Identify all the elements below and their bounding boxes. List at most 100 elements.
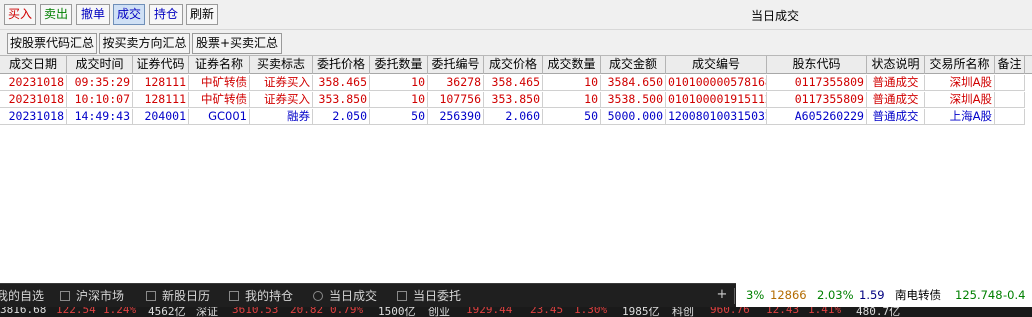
col-header-trade-time[interactable]: 成交时间 [67, 56, 133, 74]
cell-trade-time: 09:35:29 [67, 75, 133, 91]
ticker-ratio: 1.59 [859, 288, 885, 302]
buy-button[interactable]: 买入 [4, 4, 36, 25]
col-header-status[interactable]: 状态说明 [867, 56, 925, 74]
cell-trade-amount: 3584.650 [601, 75, 666, 91]
status-sh-index: 3816.68 [0, 307, 47, 316]
cell-order-id: 256390 [428, 109, 484, 125]
status-cy-amount: 1985亿 [622, 307, 660, 317]
summary-bar: 按股票代码汇总 按买卖方向汇总 股票+买卖汇总 [0, 30, 1032, 55]
table-row[interactable]: 20231018 09:35:29 128111 中矿转债 证券买入 358.4… [0, 75, 1032, 91]
col-header-remark[interactable]: 备注 [995, 56, 1025, 74]
status-sz-amount: 1500亿 [378, 307, 416, 317]
cell-trade-time: 10:10:07 [67, 92, 133, 108]
trades-table: 成交日期 成交时间 证券代码 证券名称 买卖标志 委托价格 委托数量 委托编号 … [0, 55, 1032, 283]
cell-trade-amount: 3538.500 [601, 92, 666, 108]
col-header-trade-qty[interactable]: 成交数量 [543, 56, 601, 74]
tab-watchlist[interactable]: 我的自选 [0, 284, 44, 308]
cell-security-name: 中矿转债 [189, 92, 250, 108]
tab-today-orders[interactable]: 当日委托 [397, 284, 461, 308]
cell-exchange: 深圳A股 [925, 75, 995, 91]
index-status-bar: 3816.68 122.54 1.24% 4562亿 深证 3610.53 20… [0, 307, 1032, 317]
tab-today-trades[interactable]: 当日成交 [313, 284, 377, 308]
tab-today-trades-label: 当日成交 [329, 289, 378, 303]
tab-today-orders-label: 当日委托 [413, 289, 462, 303]
ticker-bond-change: -0.4 [1003, 288, 1026, 302]
cell-trade-price: 358.465 [484, 75, 543, 91]
cell-security-code: 204001 [133, 109, 189, 125]
col-header-order-price[interactable]: 委托价格 [313, 56, 370, 74]
cell-holder-code: A605260229 [767, 109, 867, 125]
cell-security-code: 128111 [133, 92, 189, 108]
col-header-order-id[interactable]: 委托编号 [428, 56, 484, 74]
cell-order-id: 36278 [428, 75, 484, 91]
col-header-order-qty[interactable]: 委托数量 [370, 56, 428, 74]
status-kc-label: 科创 [672, 307, 694, 317]
cell-trade-time: 14:49:43 [67, 109, 133, 125]
ticker-turnover: 2.03% [817, 288, 854, 302]
col-header-trade-date[interactable]: 成交日期 [0, 56, 67, 74]
summary-by-code-direction-button[interactable]: 股票+买卖汇总 [192, 33, 282, 54]
summary-by-code-button[interactable]: 按股票代码汇总 [7, 33, 97, 54]
col-header-security-name[interactable]: 证券名称 [189, 56, 250, 74]
tab-market[interactable]: 沪深市场 [60, 284, 124, 308]
cell-trade-date: 20231018 [0, 92, 67, 108]
trades-button[interactable]: 成交 [113, 4, 145, 25]
cancel-order-button[interactable]: 撤单 [76, 4, 110, 25]
cell-order-id: 107756 [428, 92, 484, 108]
table-row[interactable]: 20231018 14:49:43 204001 GC001 融券 2.050 … [0, 109, 1032, 125]
status-sh-amount: 4562亿 [148, 307, 186, 317]
cell-side: 证券买入 [250, 75, 313, 91]
tab-my-positions[interactable]: 我的持仓 [229, 284, 293, 308]
status-sz-change: 20.82 [290, 307, 324, 316]
refresh-button[interactable]: 刷新 [186, 4, 218, 25]
summary-by-direction-button[interactable]: 按买卖方向汇总 [99, 33, 190, 54]
col-header-trade-id[interactable]: 成交编号 [666, 56, 767, 74]
market-icon [60, 291, 70, 301]
sell-button[interactable]: 卖出 [40, 4, 72, 25]
col-header-trade-price[interactable]: 成交价格 [484, 56, 543, 74]
cell-remark [995, 109, 1025, 125]
status-sz-index: 3610.53 [232, 307, 279, 316]
col-header-exchange[interactable]: 交易所名称 [925, 56, 995, 74]
status-sz-pct: 0.79% [330, 307, 364, 316]
trades-icon [313, 291, 323, 301]
status-kc-change: 12.43 [766, 307, 800, 316]
cell-trade-id: 1200801003150322 [666, 109, 767, 125]
status-cy-pct: 1.30% [574, 307, 608, 316]
cell-trade-qty: 10 [543, 75, 601, 91]
cell-trade-price: 2.060 [484, 109, 543, 125]
cell-trade-qty: 10 [543, 92, 601, 108]
status-cy-change: 23.45 [530, 307, 564, 316]
cell-order-price: 358.465 [313, 75, 370, 91]
ticker-change-pct: 3% [746, 288, 765, 302]
ticker-bond-name: 南电转债 [895, 288, 941, 302]
cell-side: 证券买入 [250, 92, 313, 108]
orders-icon [397, 291, 407, 301]
col-header-side[interactable]: 买卖标志 [250, 56, 313, 74]
cell-security-name: GC001 [189, 109, 250, 125]
status-sh-pct: 1.24% [103, 307, 137, 316]
status-cy-index: 1929.44 [466, 307, 513, 316]
cell-trade-date: 20231018 [0, 75, 67, 91]
cell-order-qty: 50 [370, 109, 428, 125]
cell-holder-code: 0117355809 [767, 92, 867, 108]
cell-security-code: 128111 [133, 75, 189, 91]
status-kc-pct: 1.41% [808, 307, 842, 316]
cell-exchange: 深圳A股 [925, 92, 995, 108]
col-header-security-code[interactable]: 证券代码 [133, 56, 189, 74]
cell-holder-code: 0117355809 [767, 75, 867, 91]
status-cy-label: 创业 [428, 307, 450, 317]
cell-remark [995, 75, 1025, 91]
col-header-holder-code[interactable]: 股东代码 [767, 56, 867, 74]
add-tab-icon[interactable]: + [716, 288, 728, 301]
col-header-trade-amount[interactable]: 成交金额 [601, 56, 666, 74]
positions-button[interactable]: 持仓 [149, 4, 183, 25]
status-kc-index: 960.76 [710, 307, 750, 316]
cell-trade-date: 20231018 [0, 109, 67, 125]
tab-ipo-calendar[interactable]: 新股日历 [146, 284, 210, 308]
cell-order-qty: 10 [370, 92, 428, 108]
cell-order-price: 353.850 [313, 92, 370, 108]
table-row[interactable]: 20231018 10:10:07 128111 中矿转债 证券买入 353.8… [0, 92, 1032, 108]
page-title: 当日成交 [750, 9, 799, 23]
taskbar-divider [734, 288, 735, 304]
